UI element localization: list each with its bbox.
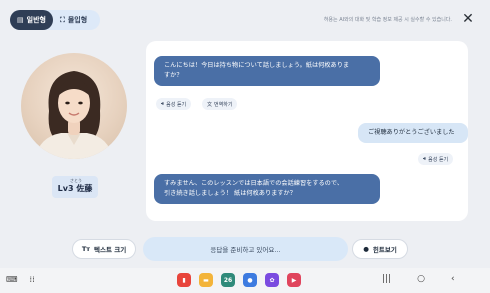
listen-audio-button[interactable]: 🔊︎ 음성 듣기 — [156, 98, 192, 110]
translate-button[interactable]: 文 번역하기 — [202, 98, 238, 110]
keyboard-icon[interactable]: ⌨ — [6, 275, 18, 284]
tutor-avatar — [21, 53, 127, 159]
hint-button[interactable]: ● 힌트보기 — [352, 239, 408, 259]
nav-left-group: ⌨ ⁞⁞ — [6, 275, 35, 284]
chip-label: 번역하기 — [214, 101, 233, 108]
system-navigation-bar: ⌨ ⁞⁞ ▮ ▬ 26 ● ✿ ▶ ||| ○ ‹ — [0, 268, 490, 293]
list-icon: ▤ — [17, 16, 24, 24]
listen-audio-button[interactable]: 🔊︎ 음성 듣기 — [418, 153, 454, 165]
text-size-icon: Tт — [81, 245, 91, 253]
message-line: すか？ — [164, 72, 183, 79]
red-app-icon[interactable]: ▮ — [177, 273, 191, 287]
calendar-icon[interactable]: 26 — [221, 273, 235, 287]
nav-buttons: ||| ○ ‹ — [382, 274, 455, 284]
close-icon: ✕ — [462, 11, 474, 27]
recents-icon[interactable]: ||| — [382, 274, 391, 284]
apps-grid-icon[interactable]: ⁞⁞ — [30, 275, 35, 284]
mode-toggle: ▤ 일반형 ⛶ 몰입형 — [10, 10, 100, 30]
text-size-label: 텍스트 크기 — [94, 246, 127, 254]
chip-label: 음성 듣기 — [428, 156, 449, 163]
back-icon[interactable]: ‹ — [451, 274, 455, 284]
folder-icon[interactable]: ▬ — [199, 273, 213, 287]
tab-immersive-mode[interactable]: ⛶ 몰입형 — [53, 10, 94, 30]
tab-normal-label: 일반형 — [26, 16, 46, 24]
tab-normal-mode[interactable]: ▤ 일반형 — [10, 10, 53, 30]
avatar-portrait — [35, 71, 113, 159]
speaker-icon: 🔊︎ — [423, 156, 427, 162]
close-button[interactable]: ✕ — [460, 11, 476, 27]
tab-immersive-label: 몰입형 — [67, 16, 88, 24]
level-label: Lv3 佐藤 — [57, 184, 93, 193]
status-text: 응답을 준비하고 있어요... — [210, 246, 281, 254]
app-screen: ▤ 일반형 ⛶ 몰입형 허용는 AI와의 대화 및 학습 정보 제공 시 실수할… — [0, 0, 490, 268]
message-icon[interactable]: ● — [243, 273, 257, 287]
video-icon[interactable]: ▶ — [287, 273, 301, 287]
message-line: こんにちは！今日は持ち物について話しましょう。紙は何枚ありま — [164, 62, 350, 69]
app-dock: ▮ ▬ 26 ● ✿ ▶ — [177, 273, 301, 287]
level-badge: さとう Lv3 佐藤 — [52, 176, 98, 198]
ai-message-bubble: すみません、このレッスンでは日本語での会話練習をするので、 引き続き話しましょう… — [154, 174, 380, 204]
user-message-bubble: ご視聴ありがとうございました — [358, 123, 468, 143]
message-line: 引き続き話しましょう！ 紙は何枚ありますか？ — [164, 190, 296, 197]
gallery-icon[interactable]: ✿ — [265, 273, 279, 287]
speaker-icon: 🔊︎ — [161, 101, 165, 107]
calendar-date: 26 — [223, 276, 233, 284]
ai-message-bubble: こんにちは！今日は持ち物について話しましょう。紙は何枚ありま すか？ — [154, 56, 380, 86]
message-line: ご視聴ありがとうございました — [368, 129, 455, 136]
home-icon[interactable]: ○ — [417, 274, 425, 284]
hint-label: 힌트보기 — [372, 246, 397, 254]
chat-panel[interactable]: こんにちは！今日は持ち物について話しましょう。紙は何枚ありま すか？ 🔊︎ 음성… — [146, 41, 468, 221]
translate-icon: 文 — [207, 101, 213, 108]
disclaimer-text: 허용는 AI와의 대화 및 학습 정보 제공 시 실수할 수 있습니다. — [323, 17, 452, 23]
chip-label: 음성 듣기 — [166, 101, 187, 108]
lightbulb-icon: ● — [363, 245, 369, 253]
fullscreen-icon: ⛶ — [59, 15, 65, 24]
response-status-field: 응답을 준비하고 있어요... — [143, 237, 348, 261]
text-size-button[interactable]: Tт 텍스트 크기 — [72, 239, 136, 259]
message-line: すみません、このレッスンでは日本語での会話練習をするので、 — [164, 180, 344, 187]
